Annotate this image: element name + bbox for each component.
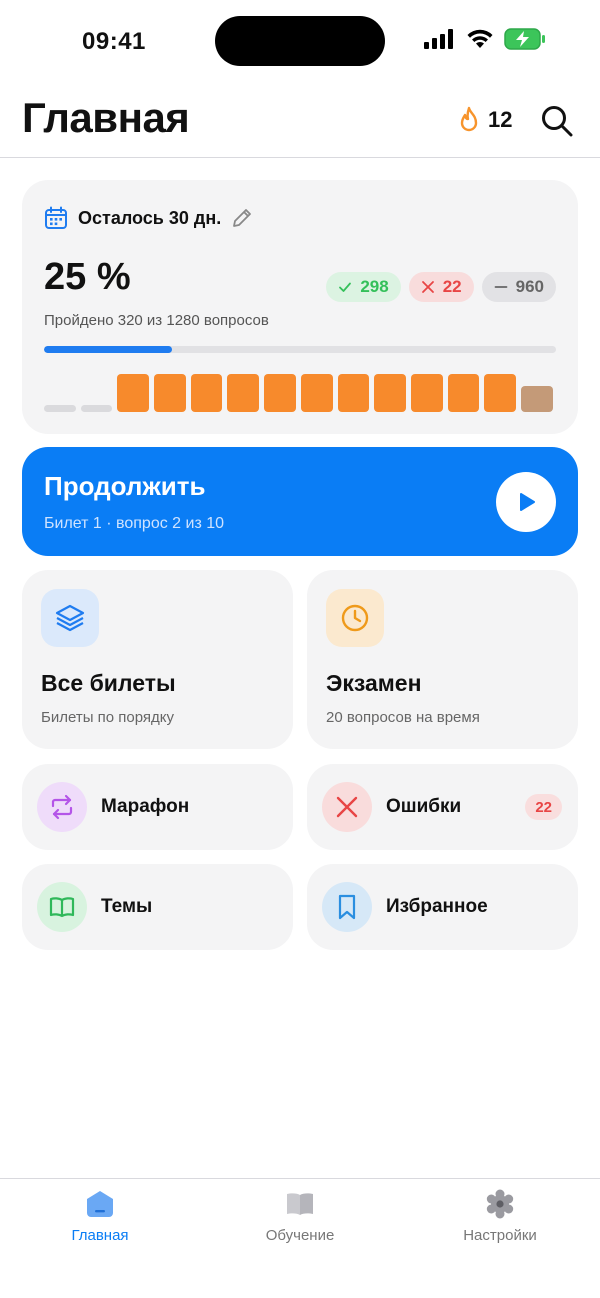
- page-title: Главная: [22, 94, 190, 141]
- tab-settings-label: Настройки: [463, 1227, 537, 1244]
- progress-bar: [44, 346, 556, 353]
- ticket-cell[interactable]: [520, 386, 553, 412]
- marathon-tile[interactable]: Марафон: [22, 764, 293, 850]
- tab-learning-label: Обучение: [265, 1227, 335, 1244]
- progress-percent: 25 %: [44, 256, 131, 298]
- tile-icon-wrap: [37, 782, 87, 832]
- tile-icon-wrap: [322, 782, 372, 832]
- tickets-strip: [44, 372, 556, 412]
- status-icons: [424, 28, 546, 50]
- battery-icon: [504, 28, 545, 50]
- ticket-cell[interactable]: [337, 374, 370, 412]
- tile-icon-wrap: [326, 589, 384, 647]
- ticket-cell[interactable]: [300, 374, 333, 412]
- bookmark-icon: [338, 894, 356, 920]
- tile-icon-wrap: [322, 882, 372, 932]
- topics-title: Темы: [101, 896, 153, 917]
- continue-title: Продолжить: [44, 471, 206, 501]
- continue-button[interactable]: Продолжить Билет 1 · вопрос 2 из 10: [22, 447, 578, 556]
- flame-icon: [460, 106, 478, 132]
- skipped-pill: 960: [481, 272, 556, 302]
- skipped-count: 960: [515, 277, 544, 296]
- deadline-row[interactable]: Осталось 30 дн.: [44, 206, 253, 230]
- search-icon[interactable]: [540, 104, 574, 138]
- all-tickets-subtitle: Билеты по порядку: [41, 709, 175, 726]
- ticket-cell[interactable]: [154, 374, 186, 412]
- streak-counter[interactable]: 12: [456, 106, 512, 134]
- tab-home-label: Главная: [71, 1227, 129, 1244]
- home-icon: [87, 1191, 113, 1217]
- ticket-cell[interactable]: [117, 374, 150, 412]
- tab-settings[interactable]: Настройки: [400, 1189, 600, 1244]
- ticket-cell[interactable]: [80, 405, 113, 412]
- continue-subtitle: Билет 1 · вопрос 2 из 10: [44, 515, 225, 532]
- ticket-cell[interactable]: [447, 374, 480, 412]
- dash-icon: [494, 286, 508, 288]
- tab-bar: Главная Обучение Настройки: [0, 1178, 600, 1298]
- check-icon: [339, 282, 352, 292]
- topics-tile[interactable]: Темы: [22, 864, 293, 950]
- correct-pill: 298: [326, 272, 401, 302]
- deadline-text: Осталось 30 дн.: [78, 207, 222, 228]
- wrong-pill: 22: [408, 272, 474, 302]
- tab-home[interactable]: Главная: [0, 1189, 200, 1244]
- progress-card: Осталось 30 дн. 25 % Пройдено 320 из 128…: [22, 180, 578, 434]
- calendar-icon: [45, 206, 67, 229]
- ticket-cell[interactable]: [374, 374, 406, 412]
- wifi-icon: [467, 29, 493, 48]
- book-icon: [287, 1193, 313, 1215]
- status-bar: 09:41: [0, 0, 600, 84]
- marathon-title: Марафон: [101, 796, 190, 817]
- pencil-icon[interactable]: [231, 207, 253, 229]
- header: Главная 12: [0, 84, 600, 158]
- passed-text: Пройдено 320 из 1280 вопросов: [44, 312, 269, 329]
- tile-icon-wrap: [41, 589, 99, 647]
- favorites-tile[interactable]: Избранное: [307, 864, 578, 950]
- dynamic-island: [215, 16, 385, 66]
- favorites-title: Избранное: [386, 896, 488, 917]
- layers-icon: [55, 604, 85, 632]
- all-tickets-title: Все билеты: [41, 670, 176, 696]
- streak-count: 12: [488, 107, 513, 132]
- ticket-cell[interactable]: [264, 374, 296, 412]
- cross-icon: [421, 281, 434, 293]
- exam-title: Экзамен: [326, 670, 422, 696]
- exam-tile[interactable]: Экзамен 20 вопросов на время: [307, 570, 578, 749]
- wrong-count: 22: [442, 277, 462, 296]
- gear-icon: [486, 1189, 514, 1219]
- stats-pills: 298 22 960: [326, 272, 556, 302]
- x-icon: [336, 796, 358, 818]
- tile-icon-wrap: [37, 882, 87, 932]
- book-open-icon: [49, 897, 75, 918]
- mistakes-tile[interactable]: Ошибки 22: [307, 764, 578, 850]
- mistakes-title: Ошибки: [386, 796, 462, 817]
- ticket-cell[interactable]: [44, 405, 76, 412]
- status-time: 09:41: [82, 28, 146, 55]
- correct-count: 298: [360, 277, 389, 296]
- clock-icon: [341, 604, 369, 632]
- signal-icon: [424, 29, 453, 49]
- exam-subtitle: 20 вопросов на время: [326, 709, 480, 726]
- play-button[interactable]: [496, 472, 556, 532]
- repeat-icon: [51, 794, 73, 820]
- progress-bar-fill: [44, 346, 172, 353]
- mistakes-badge: 22: [525, 794, 562, 820]
- tab-learning[interactable]: Обучение: [200, 1189, 400, 1244]
- all-tickets-tile[interactable]: Все билеты Билеты по порядку: [22, 570, 293, 749]
- ticket-cell[interactable]: [484, 374, 516, 412]
- play-icon: [520, 493, 535, 511]
- ticket-cell[interactable]: [410, 374, 443, 412]
- ticket-cell[interactable]: [190, 374, 223, 412]
- ticket-cell[interactable]: [227, 374, 260, 412]
